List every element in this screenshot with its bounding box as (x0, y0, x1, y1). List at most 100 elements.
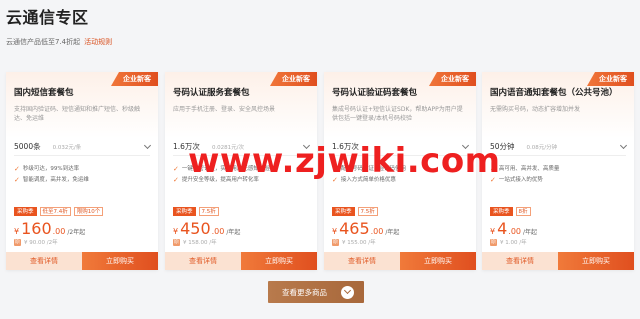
price-amount: 450 (180, 219, 211, 238)
feature-item: ✓ 配套号码认证+验证码使用 (332, 164, 468, 175)
feature-text: 一键免密认证，实现用户无感知校验 (181, 166, 270, 172)
card-actions: 查看详情 立即购买 (165, 252, 317, 270)
view-more-products-button[interactable]: 查看更多商品 (268, 281, 364, 303)
feature-text: 秒级可达，99%到达率 (22, 166, 80, 172)
original-price-text: ¥ 90.00 /2年 (24, 240, 58, 246)
price-currency: ¥ (490, 227, 496, 236)
feature-list: ✓ 高可用、高并发、高质量 ✓ 一站式接入的优势 (490, 164, 626, 186)
check-icon: ✓ (490, 165, 496, 173)
promo-tags: 采购季 7.5折 (332, 207, 378, 216)
promo-tag: 采购季 (332, 207, 355, 216)
original-price: 原 ¥ 155.00 /年 (332, 238, 376, 246)
view-details-button[interactable]: 查看详情 (482, 252, 558, 270)
original-price: 原 ¥ 158.00 /年 (173, 238, 217, 246)
chevron-down-icon[interactable] (302, 141, 311, 149)
price-amount: 4 (497, 219, 508, 238)
unit-price: 0.032元/条 (52, 144, 82, 151)
price-currency: ¥ (14, 227, 20, 236)
product-card: 企业新客 国内短信套餐包 支持国内验证码、短信通知和推广短信、秒级触达、免运维 … (6, 72, 158, 270)
feature-text: 高可用、高并发、高质量 (498, 166, 560, 172)
promo-tag: 8折 (515, 207, 531, 216)
new-customer-badge: 企业新客 (111, 72, 158, 86)
promo-tags: 采购季 8折 (490, 207, 531, 216)
buy-now-button[interactable]: 立即购买 (400, 252, 476, 270)
price-decimal: .00 (370, 227, 384, 236)
feature-item: ✓ 秒级可达，99%到达率 (14, 164, 150, 175)
check-icon: ✓ (332, 165, 338, 173)
price-decimal: .00 (211, 227, 225, 236)
spec-value: 1.6万次 (332, 142, 359, 151)
chevron-down-icon[interactable] (143, 141, 152, 149)
original-price: 原 ¥ 1.00 /年 (490, 238, 527, 246)
promo-tag: 7.5折 (357, 207, 378, 216)
original-price-icon: 原 (332, 238, 339, 246)
spec-selector[interactable]: 5000条 0.032元/条 (14, 138, 152, 156)
spec-value: 1.6万次 (173, 142, 200, 151)
feature-text: 配套号码认证+验证码使用 (340, 166, 406, 172)
card-header: 企业新客 号码认证验证码套餐包 集成号码认证+短信认证SDK，帮助APP为用户提… (324, 72, 476, 138)
feature-text: 提升安全等级，提高用户转化率 (181, 177, 259, 183)
promo-tags: 采购季 7.5折 (173, 207, 219, 216)
new-customer-badge: 企业新客 (587, 72, 634, 86)
promo-tag: 采购季 (14, 207, 37, 216)
check-icon: ✓ (14, 176, 20, 184)
view-more-label: 查看更多商品 (282, 287, 327, 297)
buy-now-button[interactable]: 立即购买 (82, 252, 158, 270)
check-icon: ✓ (173, 176, 179, 184)
product-description: 应用于手机注册、登录、安全风控场景 (173, 106, 276, 113)
feature-item: ✓ 接入方式简单价格优惠 (332, 175, 468, 186)
view-details-button[interactable]: 查看详情 (324, 252, 400, 270)
price: ¥ 4 .00 /年起 (490, 219, 537, 238)
price-currency: ¥ (332, 227, 338, 236)
product-name: 号码认证验证码套餐包 (332, 88, 418, 98)
price-amount: 465 (339, 219, 370, 238)
original-price-icon: 原 (173, 238, 180, 246)
spec-value: 5000条 (14, 142, 41, 151)
promo-tags: 采购季 低至7.4折 限购10个 (14, 207, 104, 216)
rules-link[interactable]: 活动规则 (84, 37, 112, 47)
price-currency: ¥ (173, 227, 179, 236)
product-description: 支持国内验证码、短信通知和推广短信、秒级触达、免运维 (14, 106, 141, 122)
check-icon: ✓ (173, 165, 179, 173)
buy-now-button[interactable]: 立即购买 (241, 252, 317, 270)
feature-item: ✓ 一站式接入的优势 (490, 175, 626, 186)
product-name: 国内语音通知套餐包（公共号池） (490, 88, 618, 98)
card-header: 企业新客 国内语音通知套餐包（公共号池） 无需购买号码，动态扩容增加并发 (482, 72, 634, 138)
price-decimal: .00 (52, 227, 66, 236)
spec-selector[interactable]: 1.6万次 (332, 138, 470, 156)
new-customer-badge: 企业新客 (270, 72, 317, 86)
original-price: 原 ¥ 90.00 /2年 (14, 238, 58, 246)
price: ¥ 160 .00 /2年起 (14, 219, 85, 238)
promo-tag: 限购10个 (73, 207, 104, 216)
feature-list: ✓ 配套号码认证+验证码使用 ✓ 接入方式简单价格优惠 (332, 164, 468, 186)
check-icon: ✓ (490, 176, 496, 184)
promo-tag: 采购季 (490, 207, 513, 216)
view-details-button[interactable]: 查看详情 (6, 252, 82, 270)
promo-tag: 7.5折 (198, 207, 219, 216)
price-period: /年起 (523, 229, 538, 236)
feature-text: 接入方式简单价格优惠 (340, 177, 396, 183)
unit-price: 0.08元/分钟 (526, 144, 558, 151)
price: ¥ 465 .00 /年起 (332, 219, 399, 238)
chevron-down-icon[interactable] (461, 141, 470, 149)
page-header: 云通信专区 云通信产品低至7.4折起 活动规则 (6, 4, 112, 47)
spec-selector[interactable]: 1.6万次 0.0281元/次 (173, 138, 311, 156)
price: ¥ 450 .00 /年起 (173, 219, 240, 238)
promo-tag: 采购季 (173, 207, 196, 216)
product-card: 企业新客 号码认证服务套餐包 应用于手机注册、登录、安全风控场景 1.6万次 0… (165, 72, 317, 270)
price-period: /年起 (385, 229, 400, 236)
chevron-down-icon[interactable] (619, 141, 628, 149)
unit-price: 0.0281元/次 (211, 144, 245, 151)
view-details-button[interactable]: 查看详情 (165, 252, 241, 270)
price-period: /2年起 (67, 229, 86, 236)
price-amount: 160 (21, 219, 52, 238)
buy-now-button[interactable]: 立即购买 (558, 252, 634, 270)
card-header: 企业新客 号码认证服务套餐包 应用于手机注册、登录、安全风控场景 (165, 72, 317, 138)
check-icon: ✓ (332, 176, 338, 184)
feature-list: ✓ 一键免密认证，实现用户无感知校验 ✓ 提升安全等级，提高用户转化率 (173, 164, 309, 186)
page-title: 云通信专区 (6, 8, 89, 27)
card-header: 企业新客 国内短信套餐包 支持国内验证码、短信通知和推广短信、秒级触达、免运维 (6, 72, 158, 138)
feature-text: 智能调度，高并发，免运维 (22, 177, 89, 183)
price-decimal: .00 (508, 227, 522, 236)
spec-selector[interactable]: 50分钟 0.08元/分钟 (490, 138, 628, 156)
